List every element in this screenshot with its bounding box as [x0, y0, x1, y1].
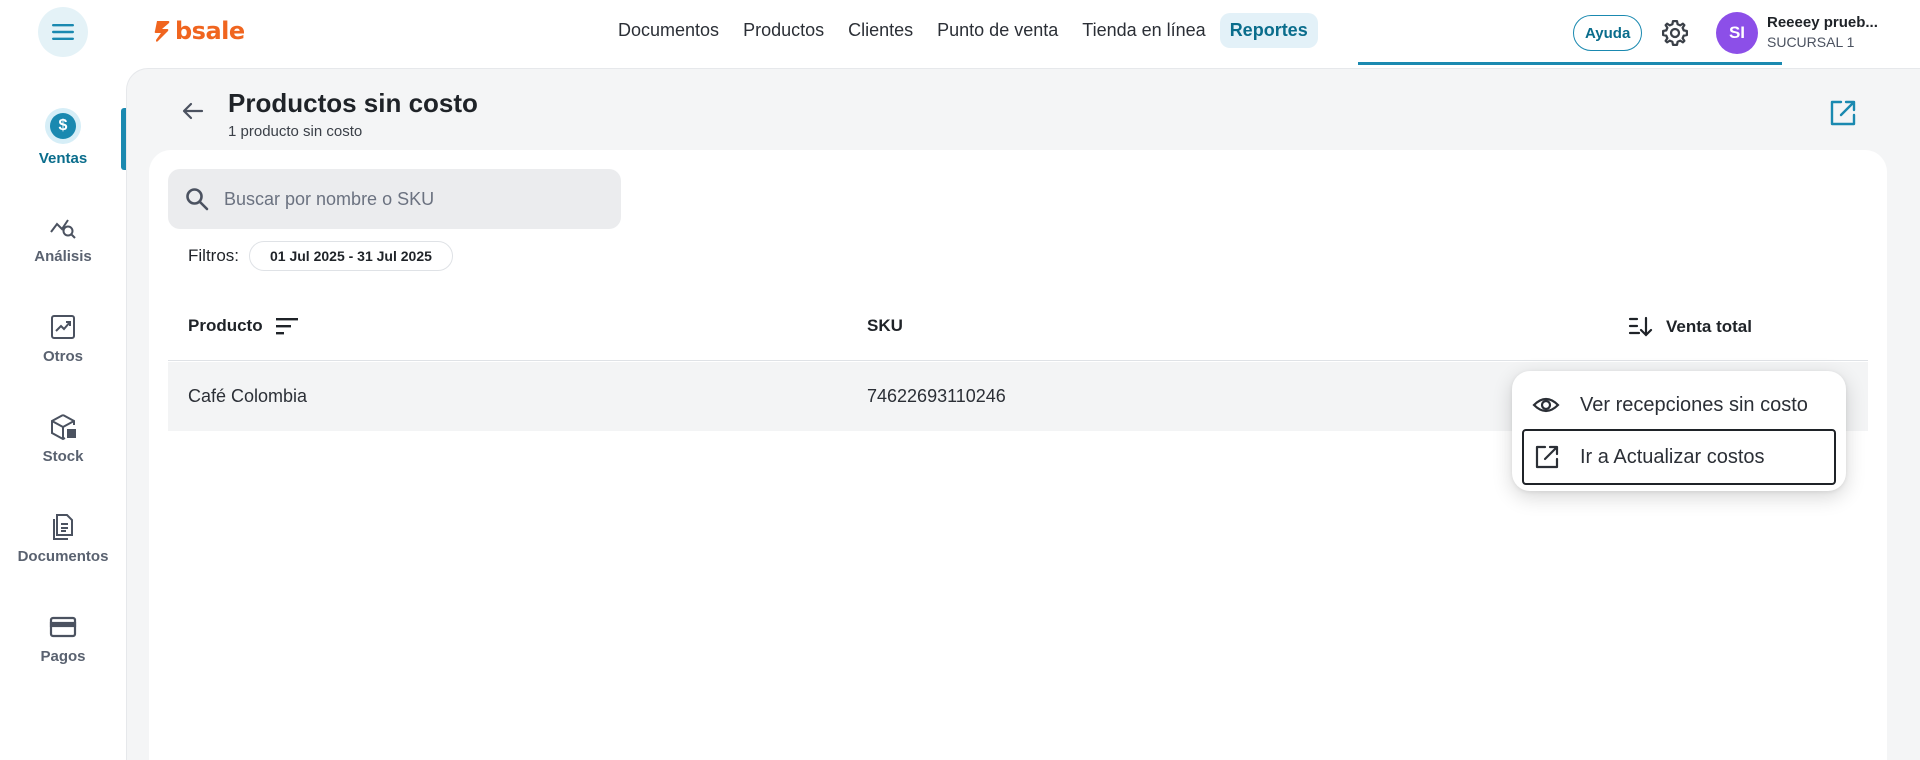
page-title: Productos sin costo	[228, 88, 478, 118]
nav-productos[interactable]: Productos	[733, 13, 834, 48]
nav-clientes[interactable]: Clientes	[838, 13, 923, 48]
column-header-sku[interactable]: SKU	[867, 316, 903, 336]
active-sort-indicator	[1358, 62, 1782, 65]
menu-item-label: Ir a Actualizar costos	[1580, 445, 1765, 468]
help-button[interactable]: Ayuda	[1573, 15, 1643, 51]
sidebar: $ Ventas Análisis Otros Stock Documentos…	[0, 66, 126, 760]
sidebar-item-label: Análisis	[34, 248, 92, 265]
open-external-icon[interactable]	[1828, 98, 1858, 128]
sidebar-item-label: Pagos	[40, 648, 86, 665]
search-box[interactable]	[168, 169, 621, 229]
back-arrow-icon[interactable]	[178, 96, 208, 126]
bsale-logo[interactable]: bsale	[153, 17, 245, 45]
top-bar: bsale Documentos Productos Clientes Punt…	[0, 0, 1920, 66]
column-header-label: SKU	[867, 316, 903, 335]
column-header-venta-total[interactable]: Venta total	[1628, 316, 1752, 338]
filters-bar: Filtros: 01 Jul 2025 - 31 Jul 2025	[188, 241, 453, 271]
user-name: Reeeey prueb...	[1767, 14, 1878, 31]
sidebar-item-label: Otros	[42, 348, 83, 365]
filters-label: Filtros:	[188, 246, 239, 265]
box-icon	[51, 414, 76, 441]
sort-icon	[275, 318, 298, 335]
open-external-icon	[1535, 445, 1559, 469]
nav-punto-de-venta[interactable]: Punto de venta	[927, 13, 1068, 48]
nav-documentos[interactable]: Documentos	[608, 13, 729, 48]
sidebar-item-label: Documentos	[17, 548, 109, 565]
nav-reportes[interactable]: Reportes	[1219, 13, 1318, 48]
sidebar-item-stock[interactable]: Stock	[0, 412, 126, 465]
page-subtitle: 1 producto sin costo	[228, 123, 363, 140]
table-header: Producto SKU Venta total	[168, 296, 1868, 361]
sidebar-item-pagos[interactable]: Pagos	[0, 612, 126, 665]
column-header-label: Venta total	[1666, 317, 1752, 336]
sidebar-item-label: Ventas	[38, 150, 88, 167]
brand-name: bsale	[175, 17, 245, 45]
avatar[interactable]: SI	[1716, 12, 1758, 54]
document-icon	[53, 514, 73, 540]
user-info[interactable]: Reeeey prueb... SUCURSAL 1	[1767, 14, 1885, 50]
menu-item-label: Ver recepciones sin costo	[1580, 393, 1808, 416]
sidebar-item-otros[interactable]: Otros	[0, 312, 126, 365]
dollar-icon: $	[45, 108, 81, 144]
gear-icon[interactable]	[1660, 18, 1690, 48]
sort-descending-icon	[1628, 316, 1653, 337]
trend-chart-icon	[51, 315, 75, 339]
sidebar-item-documentos[interactable]: Documentos	[0, 512, 126, 565]
cell-sku: 74622693110246	[867, 386, 1006, 406]
row-actions-menu: Ver recepciones sin costo Ir a Actualiza…	[1512, 371, 1846, 491]
sidebar-item-ventas[interactable]: $ Ventas	[0, 108, 126, 167]
search-input[interactable]	[224, 188, 604, 210]
bsale-logo-icon	[154, 21, 170, 42]
sidebar-item-label: Stock	[42, 448, 84, 465]
menu-item-actualizar-costos[interactable]: Ir a Actualizar costos	[1522, 429, 1836, 485]
cell-producto: Café Colombia	[188, 386, 308, 406]
card-icon	[49, 616, 77, 638]
user-branch: SUCURSAL 1	[1767, 34, 1855, 50]
hamburger-menu-button[interactable]	[38, 7, 88, 57]
search-icon	[186, 188, 209, 211]
column-header-producto[interactable]: Producto	[188, 316, 299, 336]
column-header-label: Producto	[188, 316, 263, 335]
sidebar-item-analisis[interactable]: Análisis	[0, 212, 126, 265]
menu-item-ver-recepciones[interactable]: Ver recepciones sin costo	[1522, 377, 1836, 433]
analysis-icon	[50, 219, 76, 239]
hamburger-icon	[52, 24, 74, 40]
top-navigation: Documentos Productos Clientes Punto de v…	[608, 13, 1318, 48]
nav-tienda-en-linea[interactable]: Tienda en línea	[1072, 13, 1215, 48]
date-range-filter-chip[interactable]: 01 Jul 2025 - 31 Jul 2025	[249, 241, 453, 271]
eye-icon	[1532, 397, 1560, 413]
